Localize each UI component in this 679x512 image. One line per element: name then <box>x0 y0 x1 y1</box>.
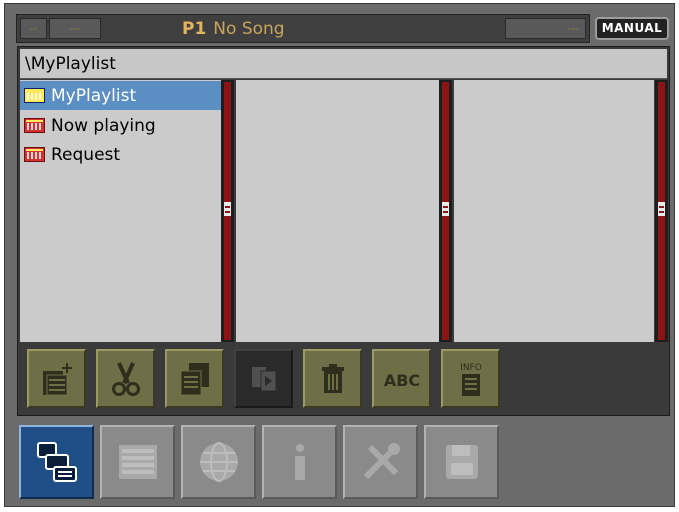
browser-column-1[interactable]: MyPlaylist Now playing Request <box>20 80 221 342</box>
tab-browser[interactable] <box>19 425 94 499</box>
list-item-label: MyPlaylist <box>51 85 137 106</box>
browser-panel: \MyPlaylist MyPlaylist Now playing Reque… <box>17 46 670 416</box>
status-segment-c: --- <box>505 18 586 39</box>
info-icon <box>294 444 305 480</box>
now-playing-title: P1 No Song <box>182 17 285 41</box>
list-item-label: Request <box>51 144 121 165</box>
browser-column-3[interactable] <box>454 80 654 342</box>
browser-column-2[interactable] <box>236 80 439 342</box>
delete-button[interactable] <box>303 349 362 408</box>
list-item-label: Now playing <box>51 115 156 136</box>
list-item[interactable]: Now playing <box>20 111 221 140</box>
column-2-scrollbar[interactable] <box>439 80 452 342</box>
tab-tools[interactable] <box>343 425 418 499</box>
status-segment-b: --- <box>49 18 101 39</box>
scroll-grip[interactable] <box>658 202 665 216</box>
cut-button[interactable] <box>96 349 155 408</box>
scroll-grip[interactable] <box>224 202 231 216</box>
column-1-scrollbar[interactable] <box>221 80 234 342</box>
info-button[interactable]: INFO <box>441 349 500 408</box>
list-item[interactable]: MyPlaylist <box>20 81 221 110</box>
status-bar: -- --- P1 No Song --- <box>16 14 590 43</box>
info-list-icon: INFO <box>460 363 482 396</box>
paste-button <box>234 349 293 408</box>
abc-icon: ABC <box>383 371 419 390</box>
globe-icon <box>199 442 238 482</box>
tab-save[interactable] <box>424 425 499 499</box>
rename-button[interactable]: ABC <box>372 349 431 408</box>
tab-songlist[interactable] <box>100 425 175 499</box>
scissors-icon <box>111 361 140 396</box>
program-number: P1 <box>182 19 207 39</box>
rename-label: ABC <box>383 371 419 390</box>
paste-icon <box>251 366 276 391</box>
manual-mode-button[interactable]: MANUAL <box>595 17 669 40</box>
copy-icon <box>180 362 209 395</box>
new-folder-icon <box>42 362 72 395</box>
scroll-grip[interactable] <box>442 202 449 216</box>
trash-icon <box>321 363 344 393</box>
column-3-scrollbar[interactable] <box>655 80 668 342</box>
song-name: No Song <box>213 19 285 39</box>
list-item[interactable]: Request <box>20 140 221 169</box>
tab-info[interactable] <box>262 425 337 499</box>
new-folder-button[interactable] <box>27 349 86 408</box>
playlist-red-icon <box>24 118 45 133</box>
song-list-icon <box>118 445 157 479</box>
status-segment-a: -- <box>20 18 47 39</box>
browser-tree-icon <box>36 442 77 482</box>
breadcrumb: \MyPlaylist <box>20 49 667 79</box>
info-label: INFO <box>460 363 482 373</box>
playlist-red-icon <box>24 147 45 162</box>
floppy-disk-icon <box>445 445 478 479</box>
tools-icon <box>363 443 400 480</box>
tab-globe[interactable] <box>181 425 256 499</box>
copy-button[interactable] <box>165 349 224 408</box>
playlist-blue-icon <box>24 88 45 103</box>
